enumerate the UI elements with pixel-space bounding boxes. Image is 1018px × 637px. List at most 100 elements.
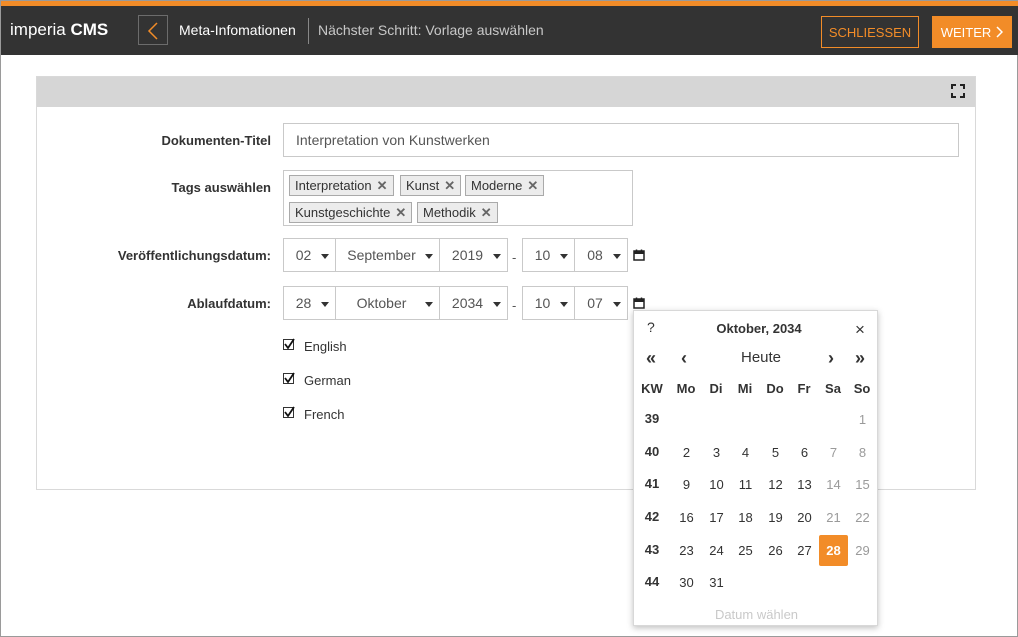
day-cell[interactable]: 16 — [672, 502, 701, 533]
expiry-month-select[interactable]: Oktober — [335, 286, 440, 320]
day-cell[interactable]: 30 — [672, 567, 701, 598]
day-cell[interactable]: 18 — [731, 502, 760, 533]
day-cell[interactable]: 26 — [761, 535, 790, 566]
dropdown-caret-icon — [613, 254, 621, 259]
day-cell[interactable]: 13 — [790, 469, 819, 500]
calendar-icon[interactable] — [633, 249, 645, 261]
day-cell[interactable]: 27 — [790, 535, 819, 566]
next-button-label: WEITER — [940, 24, 992, 40]
dropdown-caret-icon — [493, 302, 501, 307]
day-cell[interactable]: 7 — [819, 437, 848, 468]
next-year-button[interactable]: » — [855, 348, 865, 369]
select-value: 28 — [295, 295, 312, 311]
expiry-year-select[interactable]: 2034 — [439, 286, 508, 320]
tags-input[interactable]: Interpretation ✕ Kunst ✕ Moderne ✕ Kunstges… — [283, 170, 633, 226]
tag-label: Interpretation — [295, 178, 372, 193]
close-icon[interactable]: × — [855, 320, 865, 340]
choose-date-button[interactable]: Datum wählen — [634, 607, 879, 622]
day-cell[interactable]: 20 — [790, 502, 819, 533]
expand-icon[interactable] — [951, 84, 965, 98]
publish-minute-select[interactable]: 08 — [574, 238, 628, 272]
day-cell[interactable]: 19 — [761, 502, 790, 533]
day-cell[interactable]: 2 — [672, 437, 701, 468]
expiry-day-select[interactable]: 28 — [283, 286, 336, 320]
select-value: Oktober — [356, 295, 407, 311]
day-cell[interactable]: 21 — [819, 502, 848, 533]
select-value: 08 — [587, 247, 603, 263]
app-header: imperia CMS Meta-Infomationen Nächster S… — [1, 6, 1018, 55]
day-cell[interactable]: 8 — [848, 437, 877, 468]
remove-tag-icon[interactable]: ✕ — [377, 178, 388, 194]
expiry-minute-select[interactable]: 07 — [574, 286, 628, 320]
time-separator: - — [512, 298, 517, 313]
day-cell[interactable]: 1 — [848, 404, 877, 435]
weekday-header: So — [853, 381, 871, 396]
day-cell[interactable]: 5 — [761, 437, 790, 468]
day-cell[interactable]: 4 — [731, 437, 760, 468]
back-button[interactable] — [138, 15, 168, 45]
day-cell[interactable]: 6 — [790, 437, 819, 468]
next-month-button[interactable]: › — [828, 348, 834, 369]
day-cell[interactable]: 22 — [848, 502, 877, 533]
tag-chip: Kunstgeschichte ✕ — [289, 202, 413, 223]
publish-day-select[interactable]: 02 — [283, 238, 336, 272]
panel-toolbar — [37, 77, 975, 107]
remove-tag-icon[interactable]: ✕ — [395, 205, 406, 221]
english-checkbox[interactable] — [283, 338, 295, 350]
tag-chip: Kunst ✕ — [400, 175, 462, 196]
prev-month-button[interactable]: ‹ — [681, 348, 687, 369]
prev-year-button[interactable]: « — [646, 348, 656, 369]
checkmark-icon — [284, 372, 295, 384]
day-cell[interactable]: 12 — [761, 469, 790, 500]
remove-tag-icon[interactable]: ✕ — [481, 205, 492, 221]
french-label: French — [304, 407, 345, 422]
select-value: September — [347, 247, 416, 263]
header-divider — [308, 18, 309, 44]
day-cell[interactable]: 23 — [672, 535, 701, 566]
logo-bold-text: CMS — [70, 20, 109, 39]
next-button[interactable]: WEITER — [932, 16, 1012, 48]
close-button-label: SCHLIESSEN — [828, 24, 912, 40]
day-cell[interactable]: 9 — [672, 469, 701, 500]
dropdown-caret-icon — [493, 254, 501, 259]
selected-day-cell[interactable]: 28 — [819, 535, 848, 566]
day-cell[interactable]: 11 — [731, 469, 760, 500]
week-number: 44 — [644, 574, 660, 589]
tag-chip: Moderne ✕ — [465, 175, 545, 196]
dropdown-caret-icon — [425, 254, 433, 259]
week-number: 43 — [644, 542, 660, 557]
day-cell[interactable]: 31 — [702, 567, 731, 598]
dropdown-caret-icon — [560, 254, 568, 259]
day-cell[interactable]: 24 — [702, 535, 731, 566]
day-cell[interactable]: 17 — [702, 502, 731, 533]
day-cell[interactable]: 29 — [848, 535, 877, 566]
dropdown-caret-icon — [425, 302, 433, 307]
day-cell[interactable]: 3 — [702, 437, 731, 468]
day-cell[interactable]: 10 — [702, 469, 731, 500]
publish-year-select[interactable]: 2019 — [439, 238, 508, 272]
weekday-header: KW — [641, 381, 663, 396]
remove-tag-icon[interactable]: ✕ — [444, 178, 455, 194]
tag-chip: Interpretation ✕ — [289, 175, 394, 196]
day-cell[interactable]: 25 — [731, 535, 760, 566]
title-input[interactable]: Interpretation von Kunstwerken — [283, 123, 959, 157]
german-checkbox[interactable] — [283, 372, 295, 384]
expiry-hour-select[interactable]: 10 — [522, 286, 575, 320]
calendar-icon[interactable] — [633, 297, 645, 309]
day-cell[interactable]: 14 — [819, 469, 848, 500]
publish-hour-select[interactable]: 10 — [522, 238, 575, 272]
close-button[interactable]: SCHLIESSEN — [821, 16, 919, 48]
dropdown-caret-icon — [613, 302, 621, 307]
publish-month-select[interactable]: September — [335, 238, 440, 272]
select-value: 2034 — [451, 295, 484, 311]
select-value: 07 — [587, 295, 603, 311]
today-button[interactable]: Heute — [731, 349, 791, 366]
french-checkbox[interactable] — [283, 406, 295, 418]
week-number: 40 — [644, 444, 660, 459]
dropdown-caret-icon — [560, 302, 568, 307]
tag-label: Moderne — [471, 178, 523, 193]
day-cell[interactable]: 15 — [848, 469, 877, 500]
tag-label: Kunst — [406, 178, 440, 193]
week-number: 39 — [644, 411, 660, 426]
remove-tag-icon[interactable]: ✕ — [527, 178, 538, 194]
